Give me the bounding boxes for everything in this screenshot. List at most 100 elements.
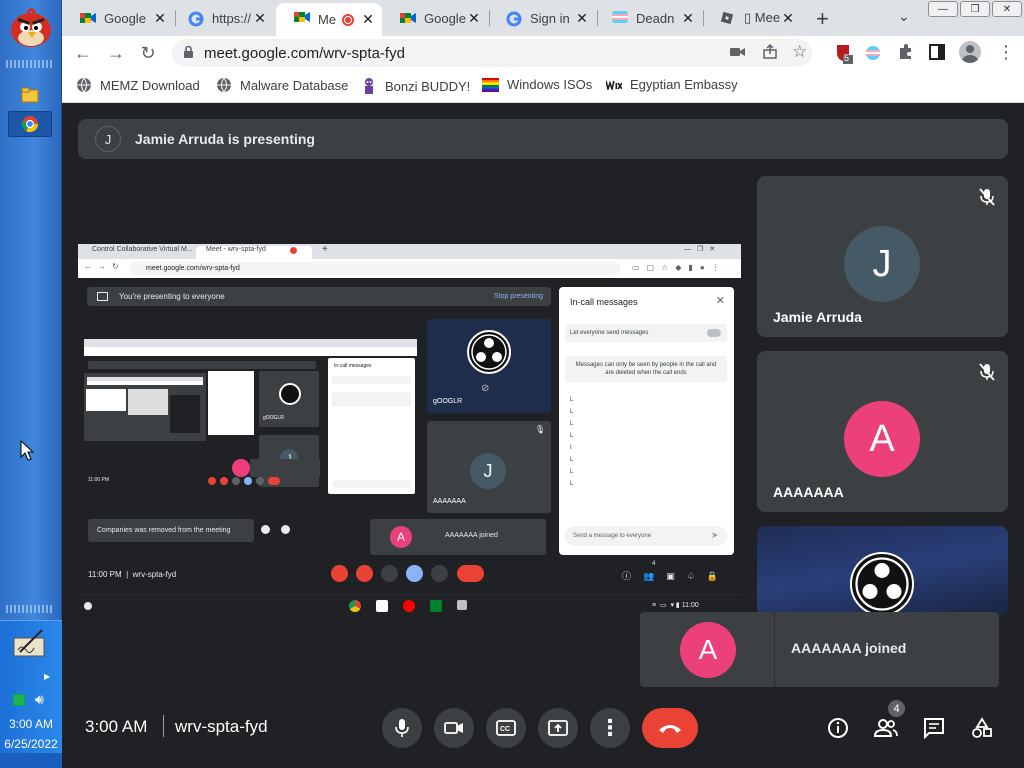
close-window-button[interactable]: ✕ (992, 1, 1022, 17)
shared-present-icon (97, 292, 108, 301)
network-icon[interactable] (13, 694, 25, 706)
browser-toolbar: ← → ↻ meet.google.com/wrv-spta-fyd ☆ 5 ⋮ (62, 36, 1024, 70)
tab-meet-active[interactable]: Me ✕ (276, 3, 382, 36)
tab-strip: Google ✕ https:// ✕ Me ✕ Google ✕ Sign i… (62, 0, 1024, 36)
tab-google-https[interactable]: https:// ✕ (170, 4, 274, 32)
tab-sign-in[interactable]: Sign in ✕ (488, 4, 596, 32)
show-desktop-button[interactable] (0, 753, 62, 768)
shared-panel-title: In-call messages (570, 297, 638, 307)
camera-icon (444, 722, 463, 734)
shared-mic-off-icon: 🎙︎ (534, 425, 545, 434)
tab-google-meet-1[interactable]: Google ✕ (62, 4, 174, 32)
shared-toggle-row: Let everyone send messages (565, 324, 727, 342)
bookmark-malware-db[interactable]: Malware Database (216, 77, 348, 93)
leave-call-button[interactable] (642, 708, 698, 748)
captions-button[interactable]: CC (486, 708, 526, 748)
google-favicon-icon (506, 11, 522, 30)
people-button[interactable] (872, 714, 900, 742)
joined-text: AAAAAAA joined (791, 640, 907, 656)
start-button[interactable] (6, 4, 56, 50)
back-arrow-icon[interactable]: ← (72, 42, 94, 64)
trans-extension-icon[interactable] (865, 45, 881, 66)
share-icon[interactable] (762, 43, 778, 65)
profile-avatar-icon[interactable] (959, 41, 981, 63)
taskbar-chrome-app[interactable] (8, 111, 52, 137)
launcher-icon (84, 602, 92, 610)
maximize-button[interactable]: ❐ (960, 1, 990, 17)
shared-url: meet.google.com/wrv-spta-fyd (130, 262, 620, 275)
rainbow-flag-icon (482, 77, 499, 92)
forward-arrow-icon[interactable]: → (105, 42, 127, 64)
shelf-status-area: ≡ ▭ ▾ ▮ 11:00 (652, 602, 699, 609)
shared-captions-button (381, 565, 398, 582)
tab-close-icon[interactable]: ✕ (152, 10, 168, 27)
tab-label: Sign in (530, 10, 570, 26)
taskbar-date[interactable]: 6/25/2022 (0, 737, 62, 751)
meet-favicon-icon (80, 11, 96, 28)
shared-cam-off-button (356, 565, 373, 582)
side-panel-icon[interactable] (929, 44, 945, 65)
present-now-button[interactable] (538, 708, 578, 748)
microphone-button[interactable] (382, 708, 422, 748)
globe-icon (217, 77, 231, 93)
bookmark-memz[interactable]: MEMZ Download (76, 77, 200, 93)
taskbar-time[interactable]: 3:00 AM (0, 717, 62, 731)
presenting-banner: J Jamie Arruda is presenting (78, 119, 1008, 159)
chat-button[interactable] (920, 714, 948, 742)
participant-tile-obs[interactable] (757, 526, 1008, 616)
taskbar-folder-app[interactable] (8, 82, 52, 108)
bookmark-bonzi[interactable]: Bonzi BUDDY! (361, 77, 470, 95)
shared-present-button (406, 565, 423, 582)
shelf-gmail-icon (376, 600, 388, 612)
more-vert-icon: ⋮ (599, 715, 621, 740)
bookmark-egyptian-embassy[interactable]: Egyptian Embassy (606, 77, 738, 92)
tab-close-icon[interactable]: ✕ (680, 10, 696, 27)
extension-shield-icon[interactable]: 5 (834, 43, 854, 70)
people-icon (873, 719, 898, 737)
activities-button[interactable] (968, 714, 996, 742)
reload-icon[interactable]: ↻ (137, 42, 159, 64)
participant-tile-jamie[interactable]: J Jamie Arruda (757, 176, 1008, 337)
tab-close-icon[interactable]: ✕ (252, 10, 268, 27)
people-count-badge: 4 (888, 700, 905, 717)
camera-in-use-icon[interactable] (730, 45, 746, 64)
microphone-icon (395, 719, 409, 737)
more-options-button[interactable]: ⋮ (590, 708, 630, 748)
chat-icon (924, 718, 944, 739)
shared-panel-note: Messages can only be seen by people in t… (565, 356, 727, 382)
tab-close-icon[interactable]: ✕ (360, 11, 376, 28)
tab-meet-3[interactable]: ▯ Mee ✕ (702, 4, 802, 32)
tab-search-chevron-icon[interactable]: ⌄ (898, 8, 910, 25)
tab-close-icon[interactable]: ✕ (466, 10, 482, 27)
tab-close-icon[interactable]: ✕ (780, 10, 796, 27)
shared-tile-googlr: gOOGLR ⊘ (427, 319, 551, 413)
shared-toggle-icon (707, 329, 721, 337)
tab-google-meet-2[interactable]: Google ✕ (382, 4, 488, 32)
chrome-menu-kebab-icon[interactable]: ⋮ (997, 42, 1015, 63)
volume-icon[interactable]: 🔊︎ (35, 691, 44, 708)
pen-tablet-icon[interactable] (12, 628, 48, 663)
bookmark-star-icon[interactable]: ☆ (792, 42, 807, 62)
shared-smiley-icon (261, 525, 270, 534)
extensions-puzzle-icon[interactable] (897, 43, 915, 66)
minimize-button[interactable]: — (928, 1, 958, 17)
tab-deadname[interactable]: Deadn ✕ (594, 4, 702, 32)
tab-label: Google (424, 10, 466, 26)
participant-tile-aaaaaaa[interactable]: A AAAAAAA (757, 351, 1008, 512)
meeting-details-button[interactable] (824, 714, 852, 742)
end-call-icon (659, 725, 681, 733)
bookmark-windows-isos[interactable]: Windows ISOs (482, 77, 592, 92)
address-bar[interactable]: meet.google.com/wrv-spta-fyd ☆ (172, 39, 812, 67)
chrome-icon (21, 116, 39, 133)
tab-close-icon[interactable]: ✕ (574, 10, 590, 27)
shared-tab-1: Control Collaborative Virtual M... (92, 246, 193, 253)
shared-joined-toast: A AAAAAAA joined (370, 519, 546, 555)
shared-stop-presenting: Stop presenting (493, 293, 543, 300)
wix-logo-icon (606, 79, 622, 90)
shared-panel-close-icon: ✕ (715, 295, 725, 307)
new-tab-button[interactable]: + (816, 6, 829, 32)
shelf-chrome-icon (349, 600, 361, 612)
tray-expand-icon[interactable]: ▶ (44, 672, 50, 681)
shelf-roblox-icon (457, 600, 467, 610)
camera-button[interactable] (434, 708, 474, 748)
